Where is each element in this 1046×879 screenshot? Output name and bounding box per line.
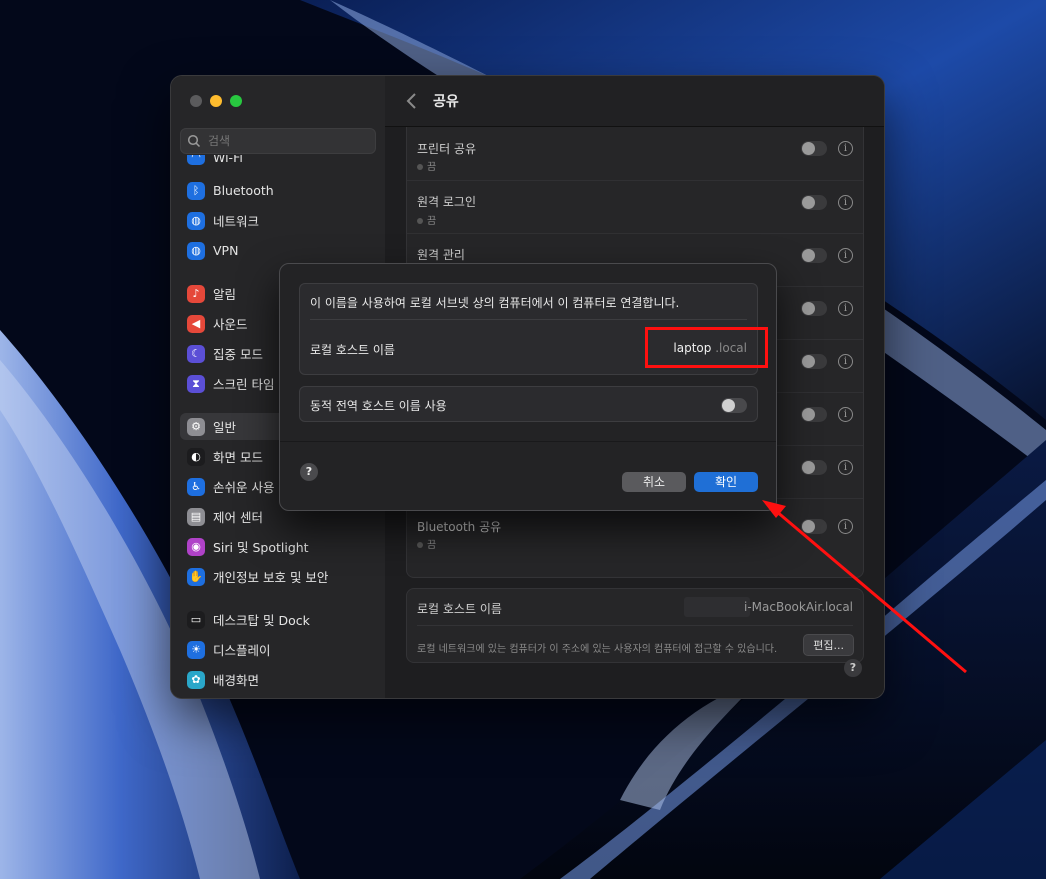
info-icon[interactable]: i: [838, 460, 853, 475]
info-icon[interactable]: i: [838, 141, 853, 156]
gear-icon: ⚙: [187, 417, 205, 436]
host-label: 로컬 호스트 이름: [310, 343, 395, 357]
sidebar-item[interactable]: ✋ 개인정보 보호 및 보안: [180, 563, 376, 590]
sharing-row-remote-login: 원격 로그인 끔 i: [407, 180, 863, 234]
sharing-toggle[interactable]: [801, 301, 827, 316]
sidebar-item-label: 디스플레이: [213, 643, 271, 658]
sidebar-item[interactable]: ✿ 배경화면: [180, 666, 376, 693]
sidebar-item-label: VPN: [213, 243, 239, 258]
minimize-button[interactable]: [210, 95, 222, 107]
row-status: 끔: [417, 158, 436, 173]
sharing-row-printer: 프린터 공유 끔 i: [407, 127, 863, 180]
sidebar-item-label: 손쉬운 사용: [213, 480, 275, 495]
bluetooth-icon: ᛒ: [187, 181, 205, 200]
sharing-toggle[interactable]: [801, 407, 827, 422]
moon-icon: ☾: [187, 344, 205, 363]
sidebar-item-label: Wi-Fi: [213, 155, 243, 165]
dock-icon: ▭: [187, 610, 205, 629]
sidebar-item-label: 알림: [213, 287, 237, 302]
row-title: 원격 로그인: [417, 195, 477, 209]
sidebar-item[interactable]: ◍ 네트워크: [180, 207, 376, 234]
help-button[interactable]: ?: [844, 659, 862, 677]
bluetooth-sharing-toggle[interactable]: [801, 519, 827, 534]
sidebar-item-label: 개인정보 보호 및 보안: [213, 570, 329, 585]
hourglass-icon: ⧗: [187, 374, 205, 393]
row-title: 프린터 공유: [417, 142, 477, 156]
sidebar-item-label: 사운드: [213, 317, 248, 332]
row-title: 원격 관리: [417, 248, 465, 262]
row-status: 끔: [417, 212, 436, 227]
sun-icon: ☀: [187, 640, 205, 659]
sidebar-item-label: 스크린 타임: [213, 377, 275, 392]
info-icon[interactable]: i: [838, 248, 853, 263]
control-center-icon: ▤: [187, 507, 205, 526]
sharing-toggle[interactable]: [801, 354, 827, 369]
chevron-left-icon[interactable]: [405, 92, 419, 110]
info-icon[interactable]: i: [838, 354, 853, 369]
sidebar-item[interactable]: ᛒ Bluetooth: [180, 177, 376, 204]
sidebar-item-label: 일반: [213, 420, 237, 435]
sidebar-item-label: 화면 모드: [213, 450, 263, 465]
printer-sharing-toggle[interactable]: [801, 141, 827, 156]
search-field[interactable]: [180, 128, 376, 154]
sidebar-item[interactable]: ▭ 데스크탑 및 Dock: [180, 606, 376, 633]
cancel-button[interactable]: 취소: [622, 472, 686, 492]
sidebar-item[interactable]: ◍ VPN: [180, 237, 376, 264]
divider: [417, 625, 853, 626]
hand-icon: ✋: [187, 567, 205, 586]
close-button[interactable]: [190, 95, 202, 107]
maximize-button[interactable]: [230, 95, 242, 107]
local-hostname-card: 로컬 호스트 이름 i-MacBookAir.local 로컬 네트워크에 있는…: [406, 588, 864, 663]
page-title: 공유: [433, 94, 459, 110]
edit-button[interactable]: 편집...: [803, 634, 854, 656]
content-header: 공유: [385, 76, 884, 127]
hostname-value: i-MacBookAir.local: [744, 600, 853, 614]
sidebar-item[interactable]: ☀ 디스플레이: [180, 636, 376, 663]
hostname-edit-dialog: 이 이름을 사용하여 로컬 서브넷 상의 컴퓨터에서 이 컴퓨터로 연결합니다.…: [279, 263, 777, 511]
dialog-help-button[interactable]: ?: [300, 463, 318, 481]
dynamic-hostname-toggle[interactable]: [721, 398, 747, 413]
ok-button[interactable]: 확인: [694, 472, 758, 492]
dynamic-hostname-box: 동적 전역 호스트 이름 사용: [299, 386, 758, 422]
row-title: Bluetooth 공유: [417, 520, 502, 534]
sidebar-item-label: 네트워크: [213, 214, 260, 229]
info-icon[interactable]: i: [838, 407, 853, 422]
info-icon[interactable]: i: [838, 519, 853, 534]
sidebar-item-label: 집중 모드: [213, 347, 263, 362]
sidebar-item-label: Bluetooth: [213, 183, 274, 198]
remote-management-toggle[interactable]: [801, 248, 827, 263]
annotation-highlight-box: [645, 327, 768, 368]
accessibility-icon: ♿: [187, 477, 205, 496]
window-controls: [190, 95, 242, 107]
appearance-icon: ◐: [187, 447, 205, 466]
row-status: 끔: [417, 536, 436, 551]
hostname-description: 로컬 네트워크에 있는 컴퓨터가 이 주소에 있는 사용자의 컴퓨터에 접근할 …: [417, 644, 778, 655]
bell-icon: ♪: [187, 284, 205, 303]
sharing-toggle[interactable]: [801, 460, 827, 475]
sidebar-item[interactable]: ◠ Wi-Fi: [180, 155, 376, 165]
globe-icon: ◍: [187, 211, 205, 230]
info-icon[interactable]: i: [838, 195, 853, 210]
dialog-description: 이 이름을 사용하여 로컬 서브넷 상의 컴퓨터에서 이 컴퓨터로 연결합니다.: [310, 296, 680, 310]
sidebar-item[interactable]: ◉ Siri 및 Spotlight: [180, 533, 376, 560]
search-icon: [187, 134, 201, 148]
sidebar-item-label: 제어 센터: [213, 510, 263, 525]
sidebar-item-label: 배경화면: [213, 673, 260, 688]
info-icon[interactable]: i: [838, 301, 853, 316]
hostname-label: 로컬 호스트 이름: [417, 602, 502, 616]
globe-icon: ◍: [187, 241, 205, 260]
speaker-icon: ◀: [187, 314, 205, 333]
sidebar-item-label: Siri 및 Spotlight: [213, 540, 309, 555]
divider: [310, 319, 747, 320]
remote-login-toggle[interactable]: [801, 195, 827, 210]
sidebar-item-label: 데스크탑 및 Dock: [213, 613, 310, 628]
siri-icon: ◉: [187, 537, 205, 556]
dynamic-hostname-label: 동적 전역 호스트 이름 사용: [310, 399, 447, 413]
search-input[interactable]: [206, 133, 370, 149]
dialog-footer-divider: [280, 441, 776, 442]
wifi-icon: ◠: [187, 155, 205, 165]
redacted-area: [684, 597, 750, 617]
flower-icon: ✿: [187, 670, 205, 689]
